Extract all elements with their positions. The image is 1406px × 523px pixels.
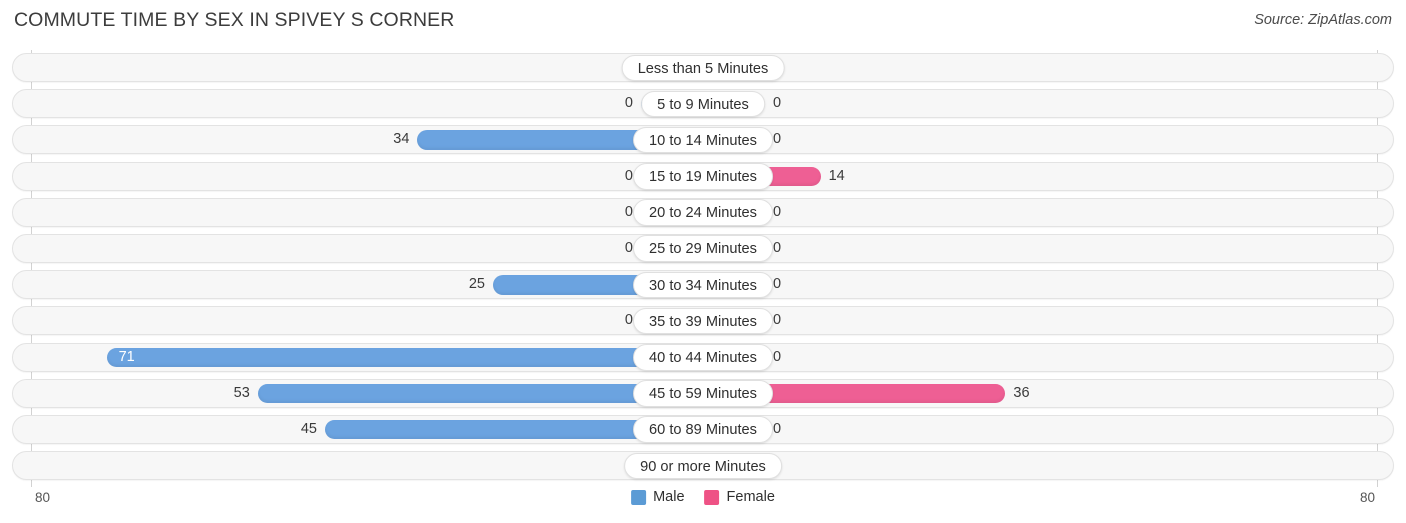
bar-male[interactable]	[106, 347, 703, 367]
bar-value-male: 0	[624, 95, 633, 112]
plot-area: 00Less than 5 Minutes005 to 9 Minutes340…	[0, 50, 1406, 487]
category-label: 60 to 89 Minutes	[633, 416, 773, 443]
table-row: 0 0 35 to 39 Minutes	[0, 303, 1406, 339]
legend-label-female: Female	[726, 489, 775, 505]
table-row: 00Less than 5 Minutes	[0, 50, 1406, 86]
legend-label-male: Male	[653, 489, 685, 505]
category-label: 30 to 34 Minutes	[633, 271, 773, 299]
table-row: 0 0 20 to 24 Minutes	[0, 195, 1406, 231]
bar-value-female: 0	[773, 131, 782, 148]
bar-value-male: 34	[393, 131, 410, 148]
bar-value-female: 0	[773, 348, 782, 365]
bar-value-male: 0	[624, 239, 633, 256]
bar-value-female: 0	[773, 276, 782, 293]
table-row: 0090 or more Minutes	[0, 448, 1406, 484]
bar-value-female: 0	[773, 203, 782, 220]
category-label: 45 to 59 Minutes	[633, 380, 773, 407]
category-label: 20 to 24 Minutes	[633, 199, 773, 226]
table-row: 0 0 25 to 29 Minutes	[0, 231, 1406, 267]
bar-value-male: 0	[624, 203, 633, 220]
chart-header: COMMUTE TIME BY SEX IN SPIVEY S CORNER S…	[0, 0, 1406, 42]
bar-value-female: 14	[828, 167, 845, 184]
category-label: Less than 5 Minutes	[621, 54, 785, 81]
chart-root: COMMUTE TIME BY SEX IN SPIVEY S CORNER S…	[0, 0, 1406, 523]
bar-rows: 00Less than 5 Minutes005 to 9 Minutes340…	[0, 50, 1406, 484]
legend-swatch-male-icon	[631, 489, 647, 505]
source-attribution: Source: ZipAtlas.com	[1254, 12, 1392, 28]
bar-value-male: 0	[624, 167, 633, 184]
bar-value-female: 0	[773, 420, 782, 437]
bar-value-female: 36	[1013, 384, 1030, 401]
category-label: 10 to 14 Minutes	[633, 126, 773, 154]
chart-legend: Male Female	[631, 489, 775, 505]
table-row: 53 36 45 to 59 Minutes	[0, 376, 1406, 412]
bar-value-male: 71	[118, 348, 135, 365]
category-label: 40 to 44 Minutes	[633, 344, 773, 371]
table-row: 45 0 60 to 89 Minutes	[0, 412, 1406, 448]
table-row: 0 0 5 to 9 Minutes	[0, 86, 1406, 122]
page-title: COMMUTE TIME BY SEX IN SPIVEY S CORNER	[14, 9, 455, 31]
category-label: 25 to 29 Minutes	[633, 235, 773, 262]
table-row: 34 0 10 to 14 Minutes	[0, 122, 1406, 158]
axis-tick-left: 80	[35, 490, 51, 505]
legend-swatch-female-icon	[704, 489, 720, 505]
category-label: 15 to 19 Minutes	[633, 163, 773, 190]
legend-item-female[interactable]: Female	[704, 489, 775, 505]
table-row: 71 0 40 to 44 Minutes	[0, 340, 1406, 376]
bar-value-female: 0	[773, 312, 782, 329]
bar-value-male: 0	[624, 312, 633, 329]
table-row: 25 0 30 to 34 Minutes	[0, 267, 1406, 303]
chart-footer: 80 80 Male Female	[0, 487, 1406, 523]
category-label: 5 to 9 Minutes	[641, 90, 765, 118]
bar-value-male: 25	[468, 276, 485, 293]
legend-item-male[interactable]: Male	[631, 489, 685, 505]
bar-value-male: 53	[233, 384, 250, 401]
bar-value-female: 0	[773, 95, 782, 112]
bar-value-male: 45	[300, 420, 317, 437]
category-label: 35 to 39 Minutes	[633, 307, 773, 335]
table-row: 0 14 15 to 19 Minutes	[0, 159, 1406, 195]
axis-tick-right: 80	[1359, 490, 1375, 505]
bar-value-female: 0	[773, 239, 782, 256]
category-label: 90 or more Minutes	[624, 452, 782, 480]
